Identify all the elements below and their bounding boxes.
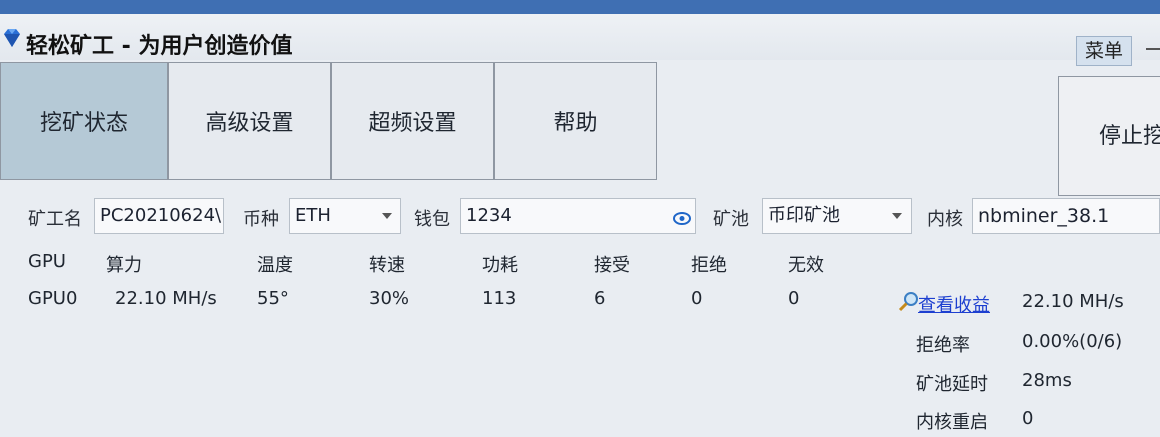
cell-rejected: 0 [691,288,703,309]
pool-dropdown-arrow-icon[interactable] [892,213,902,219]
tab-mining-status[interactable]: 挖矿状态 [0,62,168,180]
pool-label: 矿池 [713,209,749,230]
cell-fan-speed: 30% [369,288,410,309]
view-earnings-link[interactable]: 查看收益 [918,291,990,317]
cell-gpu: GPU0 [28,288,78,309]
cell-temperature: 55° [257,288,289,309]
diamond-app-icon [4,29,20,47]
col-header-gpu: GPU [28,251,66,272]
coin-dropdown-arrow-icon[interactable] [382,213,392,219]
kernel-restart-value: 0 [1022,408,1034,429]
tab-advanced-settings[interactable]: 高级设置 [168,62,331,180]
cell-hashrate: 22.10 MH/s [115,288,217,309]
menu-button[interactable]: 菜单 [1076,36,1132,66]
miner-name-label: 矿工名 [28,209,82,230]
stop-mining-button[interactable]: 停止挖 [1058,76,1160,196]
col-header-temperature: 温度 [257,255,293,276]
miner-name-input[interactable]: PC20210624\ [94,198,224,234]
window-title: 轻松矿工 - 为用户创造价值 [26,34,293,59]
col-header-accepted: 接受 [594,255,630,276]
wallet-label: 钱包 [414,209,450,230]
col-header-rejected: 拒绝 [691,255,727,276]
cell-power: 113 [482,288,517,309]
coin-select-value: ETH [295,205,331,226]
kernel-restart-label: 内核重启 [916,412,988,433]
reject-rate-label: 拒绝率 [916,335,970,356]
eye-icon[interactable] [673,212,691,225]
pool-select-value: 币印矿池 [768,205,840,226]
magnifier-icon[interactable] [898,290,920,312]
col-header-invalid: 无效 [788,255,824,276]
minimize-icon[interactable] [1146,48,1160,50]
pool-latency-value: 28ms [1022,370,1072,391]
kernel-label: 内核 [927,209,963,230]
tab-help[interactable]: 帮助 [494,62,657,180]
coin-label: 币种 [243,209,279,230]
col-header-fan-speed: 转速 [369,255,405,276]
total-hashrate-value: 22.10 MH/s [1022,291,1124,312]
wallet-input[interactable]: 1234 [460,198,696,234]
col-header-power: 功耗 [482,255,518,276]
pool-select[interactable]: 币印矿池 [762,198,912,234]
cell-accepted: 6 [594,288,606,309]
col-header-hashrate: 算力 [106,255,142,276]
cell-invalid: 0 [788,288,800,309]
tab-overclock-settings[interactable]: 超频设置 [331,62,494,180]
reject-rate-value: 0.00%(0/6) [1022,331,1123,352]
kernel-select[interactable]: nbminer_38.1 [972,198,1160,234]
pool-latency-label: 矿池延时 [916,374,988,395]
